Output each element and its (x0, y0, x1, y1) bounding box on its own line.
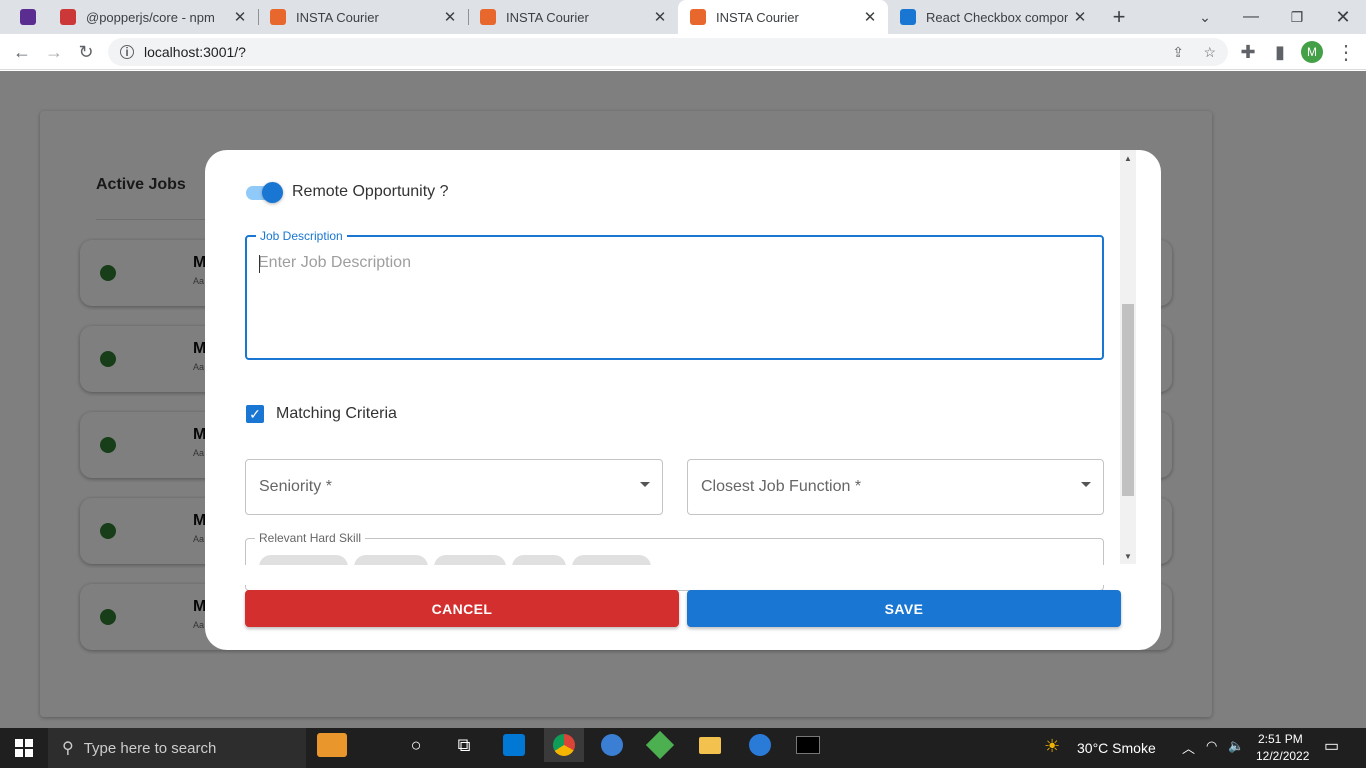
scrollbar-thumb[interactable] (1122, 304, 1134, 496)
dialog-actions-area (205, 565, 1120, 585)
save-button[interactable]: SAVE (687, 590, 1121, 627)
job-description-input[interactable] (258, 254, 1088, 344)
back-icon[interactable]: ← (6, 34, 38, 70)
weather-text[interactable]: 30°C Smoke (1077, 740, 1156, 756)
cortana-icon[interactable]: ○ (396, 728, 436, 762)
tab-title: INSTA Courier (506, 9, 589, 25)
npm-icon (60, 9, 76, 25)
seniority-select[interactable]: Seniority * (245, 459, 663, 515)
matching-criteria-label: Matching Criteria (276, 405, 397, 422)
forward-icon[interactable]: → (38, 34, 70, 70)
matching-criteria-checkbox[interactable]: ✓ (246, 405, 264, 423)
tab-title: @popperjs/core - npm (86, 9, 215, 25)
seniority-label: Seniority * (259, 478, 332, 495)
clock-date[interactable]: 12/2/2022 (1256, 749, 1309, 763)
tab-npm[interactable]: @popperjs/core - npm ✕ (48, 0, 258, 34)
tab-title: React Checkbox componen (926, 9, 1068, 25)
task-view-icon[interactable]: ⧉ (444, 728, 484, 762)
text-caret (259, 255, 260, 273)
tab-react-checkbox[interactable]: React Checkbox componen ✕ (888, 0, 1098, 34)
search-icon: ⚲ (62, 740, 74, 757)
arrow-drop-down-icon (640, 482, 650, 487)
menu-icon[interactable]: ⋮ (1330, 34, 1362, 70)
minimize-button[interactable]: — (1236, 0, 1266, 34)
tab-title: INSTA Courier (296, 9, 379, 25)
thunderbird-icon[interactable] (592, 728, 632, 762)
taskbar-search[interactable]: ⚲ Type here to search (48, 728, 306, 768)
url-text: localhost:3001/? (144, 44, 246, 60)
show-hidden-icons[interactable]: ︿ (1182, 738, 1195, 757)
close-window-button[interactable]: ✕ (1328, 0, 1358, 34)
insta-courier-icon (690, 9, 706, 25)
hard-skill-label: Relevant Hard Skill (259, 531, 362, 545)
app-cube-icon[interactable] (640, 728, 680, 762)
visual-studio-icon (20, 9, 36, 25)
tab-insta-courier[interactable]: INSTA Courier ✕ (258, 0, 468, 34)
star-icon[interactable]: ☆ (1203, 44, 1216, 61)
terminal-icon[interactable] (788, 728, 828, 762)
tab-title: INSTA Courier (716, 9, 799, 25)
tab-search-icon[interactable]: ⌄ (1190, 0, 1220, 34)
job-function-select[interactable]: Closest Job Function * (687, 459, 1104, 515)
chrome-icon[interactable] (544, 728, 584, 762)
tab-pinned[interactable] (8, 0, 48, 34)
tab-insta-courier[interactable]: INSTA Courier ✕ (468, 0, 678, 34)
mui-icon (900, 9, 916, 25)
wifi-icon[interactable]: ◠ (1206, 738, 1217, 754)
extensions-icon[interactable]: ✚ (1232, 34, 1264, 70)
insta-courier-icon (480, 9, 496, 25)
remote-toggle-thumb[interactable] (262, 182, 283, 203)
weather-icon[interactable]: ☀ (1044, 736, 1060, 757)
address-bar[interactable]: i localhost:3001/? ⇪ ☆ (108, 38, 1228, 66)
share-icon[interactable]: ⇪ (1172, 44, 1184, 61)
cancel-button[interactable]: CANCEL (245, 590, 679, 627)
close-icon[interactable]: ✕ (438, 8, 462, 26)
reload-icon[interactable]: ↻ (70, 34, 102, 70)
new-tab-button[interactable]: + (1104, 0, 1134, 34)
tab-insta-courier-active[interactable]: INSTA Courier ✕ (678, 0, 888, 34)
job-function-label: Closest Job Function * (701, 478, 862, 495)
scroll-up-arrow[interactable]: ▲ (1124, 154, 1132, 163)
windows-start-icon[interactable] (4, 731, 44, 765)
browser-tab-bar: @popperjs/core - npm ✕ INSTA Courier ✕ I… (0, 0, 1366, 34)
close-icon[interactable]: ✕ (858, 8, 882, 26)
profile-avatar[interactable]: M (1296, 34, 1328, 70)
close-icon[interactable]: ✕ (228, 8, 252, 26)
arrow-drop-down-icon (1081, 482, 1091, 487)
firefox-icon[interactable] (740, 728, 780, 762)
close-icon[interactable]: ✕ (1068, 8, 1092, 26)
notifications-icon[interactable]: ▭ (1324, 736, 1339, 756)
side-panel-icon[interactable]: ▮ (1264, 34, 1296, 70)
search-placeholder: Type here to search (83, 739, 217, 757)
close-icon[interactable]: ✕ (648, 8, 672, 26)
windows-taskbar: ⚲ Type here to search ○ ⧉ ☀ 30°C Smoke ︿… (0, 728, 1366, 768)
browser-toolbar: ← → ↻ i localhost:3001/? ⇪ ☆ ✚ ▮ M ⋮ (0, 34, 1366, 70)
info-icon[interactable]: i (120, 45, 134, 59)
search-highlight-icon[interactable] (312, 728, 352, 762)
insta-courier-icon (270, 9, 286, 25)
volume-icon[interactable]: 🔈 (1228, 738, 1244, 754)
clock-time[interactable]: 2:51 PM (1258, 732, 1303, 746)
remote-opportunity-label: Remote Opportunity ? (292, 183, 449, 200)
vscode-icon[interactable] (494, 728, 534, 762)
scroll-down-arrow[interactable]: ▼ (1124, 552, 1132, 561)
job-description-label: Job Description (260, 229, 343, 243)
restore-button[interactable]: ❐ (1282, 0, 1312, 34)
file-explorer-icon[interactable] (690, 728, 730, 762)
